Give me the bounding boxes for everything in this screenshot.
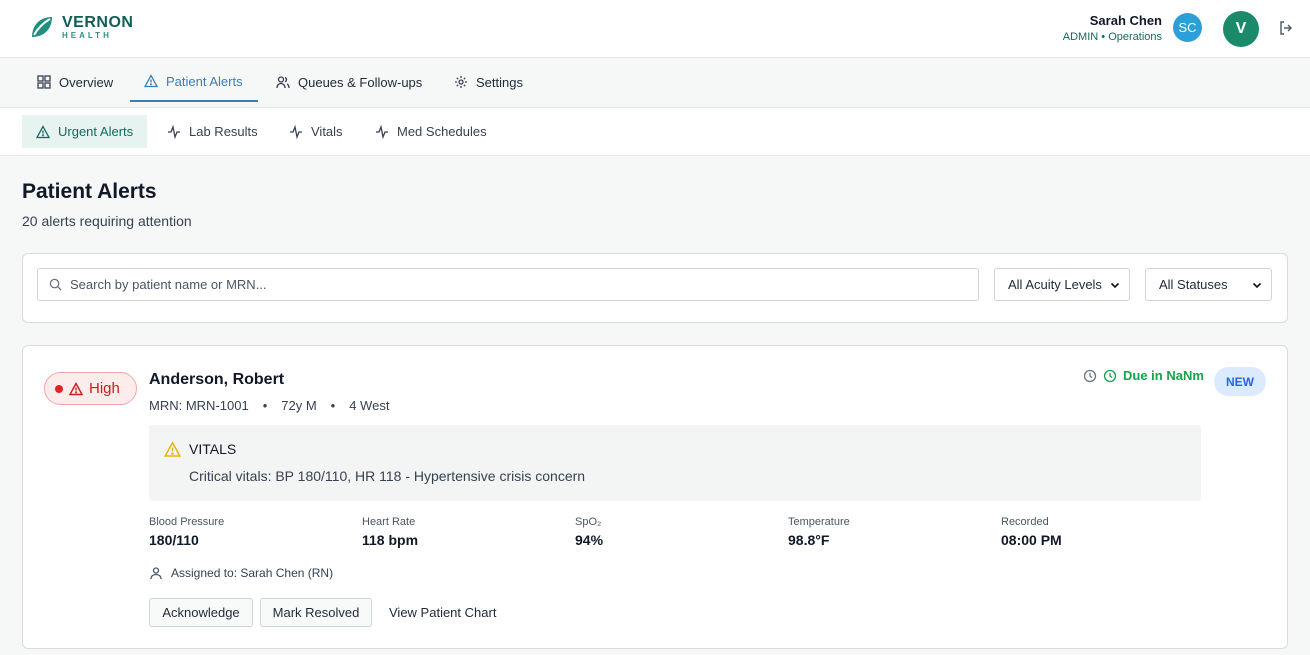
metric-recorded: Recorded 08:00 PM xyxy=(1001,516,1062,548)
metric-heart-rate: Heart Rate 118 bpm xyxy=(362,516,418,548)
warning-icon xyxy=(69,381,83,395)
alert-description: Critical vitals: BP 180/110, HR 118 - Hy… xyxy=(189,468,586,484)
nav-overview-label: Overview xyxy=(59,74,114,90)
metric-value: 08:00 PM xyxy=(1001,532,1062,548)
mark-resolved-button[interactable]: Mark Resolved xyxy=(260,598,372,627)
nav-queues-label: Queues & Follow-ups xyxy=(298,74,423,90)
leaf-logo-icon xyxy=(32,17,52,37)
activity-icon xyxy=(290,124,302,139)
tab-lab-results-label: Lab Results xyxy=(189,124,258,139)
user-name: Sarah Chen xyxy=(1089,13,1162,28)
patient-unit: 4 West xyxy=(349,398,390,413)
search-box[interactable] xyxy=(37,268,979,301)
nav-patient-alerts[interactable]: Patient Alerts xyxy=(130,62,258,102)
tab-med-schedules[interactable]: Med Schedules xyxy=(361,115,501,148)
brand-logo[interactable]: VERNON HEALTH xyxy=(28,13,133,41)
metric-label: Temperature xyxy=(788,516,850,528)
assignee-label: Assigned to: Sarah Chen (RN) xyxy=(171,566,334,580)
metric-temperature: Temperature 98.8°F xyxy=(788,516,850,548)
acuity-badge: High xyxy=(44,372,137,405)
user-role: ADMIN • Operations xyxy=(1062,31,1162,43)
user-avatar[interactable]: SC xyxy=(1173,13,1202,42)
users-icon xyxy=(276,76,290,89)
patient-meta: MRN: MRN-1001 • 72y M • 4 West xyxy=(149,398,389,413)
warning-icon xyxy=(164,441,181,457)
user-info: Sarah Chen ADMIN • Operations xyxy=(1063,13,1162,43)
metric-label: Heart Rate xyxy=(362,516,416,528)
metric-value: 98.8°F xyxy=(788,532,830,548)
chevron-down-icon xyxy=(1252,282,1262,288)
gear-icon xyxy=(455,76,467,88)
nav-overview[interactable]: Overview xyxy=(37,58,113,106)
warning-icon xyxy=(36,124,50,138)
chevron-down-icon xyxy=(1110,282,1120,288)
page-subtitle: 20 alerts requiring attention xyxy=(22,213,192,229)
tab-med-schedules-label: Med Schedules xyxy=(397,124,487,139)
warning-icon xyxy=(144,74,158,88)
logout-icon[interactable] xyxy=(1278,20,1294,36)
brand-name: VERNON xyxy=(62,13,134,31)
patient-age-sex: 72y M xyxy=(281,398,317,413)
metric-value: 118 bpm xyxy=(362,532,419,548)
acuity-select[interactable]: All Acuity Levels xyxy=(994,268,1130,301)
activity-icon xyxy=(376,124,388,139)
metric-label: Blood Pressure xyxy=(149,516,225,528)
nav-settings-label: Settings xyxy=(476,74,523,90)
clock-icon xyxy=(1103,369,1117,382)
acuity-select-value: All Acuity Levels xyxy=(1008,277,1102,292)
status-badge: NEW xyxy=(1214,367,1266,396)
brand-subname: HEALTH xyxy=(62,30,112,40)
top-header: VERNON HEALTH Sarah Chen ADMIN • Operati… xyxy=(0,0,1310,58)
alert-detail-box: VITALS Critical vitals: BP 180/110, HR 1… xyxy=(149,425,1201,501)
metric-label: SpO₂ xyxy=(575,516,602,528)
tab-vitals-label: Vitals xyxy=(311,124,343,139)
main-nav: Overview Patient Alerts Queues & Follow-… xyxy=(0,58,1310,108)
patient-mrn: MRN: MRN-1001 xyxy=(149,398,249,413)
nav-patient-alerts-label: Patient Alerts xyxy=(166,73,243,89)
metric-blood-pressure: Blood Pressure 180/110 xyxy=(149,516,224,548)
acknowledge-button[interactable]: Acknowledge xyxy=(149,598,253,627)
metric-value: 180/110 xyxy=(149,532,199,548)
alert-card[interactable]: High Anderson, Robert MRN: MRN-1001 • 72… xyxy=(22,345,1288,649)
org-avatar[interactable]: V xyxy=(1223,11,1259,47)
due-label: Due in NaNm xyxy=(1123,368,1204,383)
status-select-value: All Statuses xyxy=(1159,277,1228,292)
activity-icon xyxy=(168,124,180,139)
search-input[interactable] xyxy=(70,277,950,292)
tab-lab-results[interactable]: Lab Results xyxy=(153,115,272,148)
assignee: Assigned to: Sarah Chen (RN) xyxy=(149,566,333,580)
acuity-dot xyxy=(55,384,63,393)
tab-urgent-alerts-label: Urgent Alerts xyxy=(58,124,134,139)
patient-name[interactable]: Anderson, Robert xyxy=(149,371,284,389)
tab-urgent-alerts[interactable]: Urgent Alerts xyxy=(22,115,148,148)
metric-label: Recorded xyxy=(1001,516,1049,528)
clock-icon xyxy=(1083,369,1097,382)
sub-nav: Urgent Alerts Lab Results Vitals Med Sch… xyxy=(0,108,1310,156)
search-icon xyxy=(49,278,62,291)
meta-separator: • xyxy=(330,398,336,413)
metric-spo2: SpO₂ 94% xyxy=(575,516,603,548)
status-select[interactable]: All Statuses xyxy=(1145,268,1272,301)
tab-vitals[interactable]: Vitals xyxy=(275,115,357,148)
alert-category: VITALS xyxy=(189,441,237,457)
due-timer: Due in NaNm xyxy=(1083,368,1204,383)
metric-value: 94% xyxy=(575,532,604,548)
grid-icon xyxy=(37,75,51,89)
nav-settings[interactable]: Settings xyxy=(454,58,523,106)
page-title: Patient Alerts xyxy=(22,180,157,203)
nav-queues[interactable]: Queues & Follow-ups xyxy=(276,58,422,106)
view-patient-chart-link[interactable]: View Patient Chart xyxy=(389,598,496,627)
filter-bar: All Acuity Levels All Statuses xyxy=(22,253,1288,323)
acuity-label: High xyxy=(89,380,120,397)
user-icon xyxy=(150,567,162,580)
meta-separator: • xyxy=(262,398,268,413)
